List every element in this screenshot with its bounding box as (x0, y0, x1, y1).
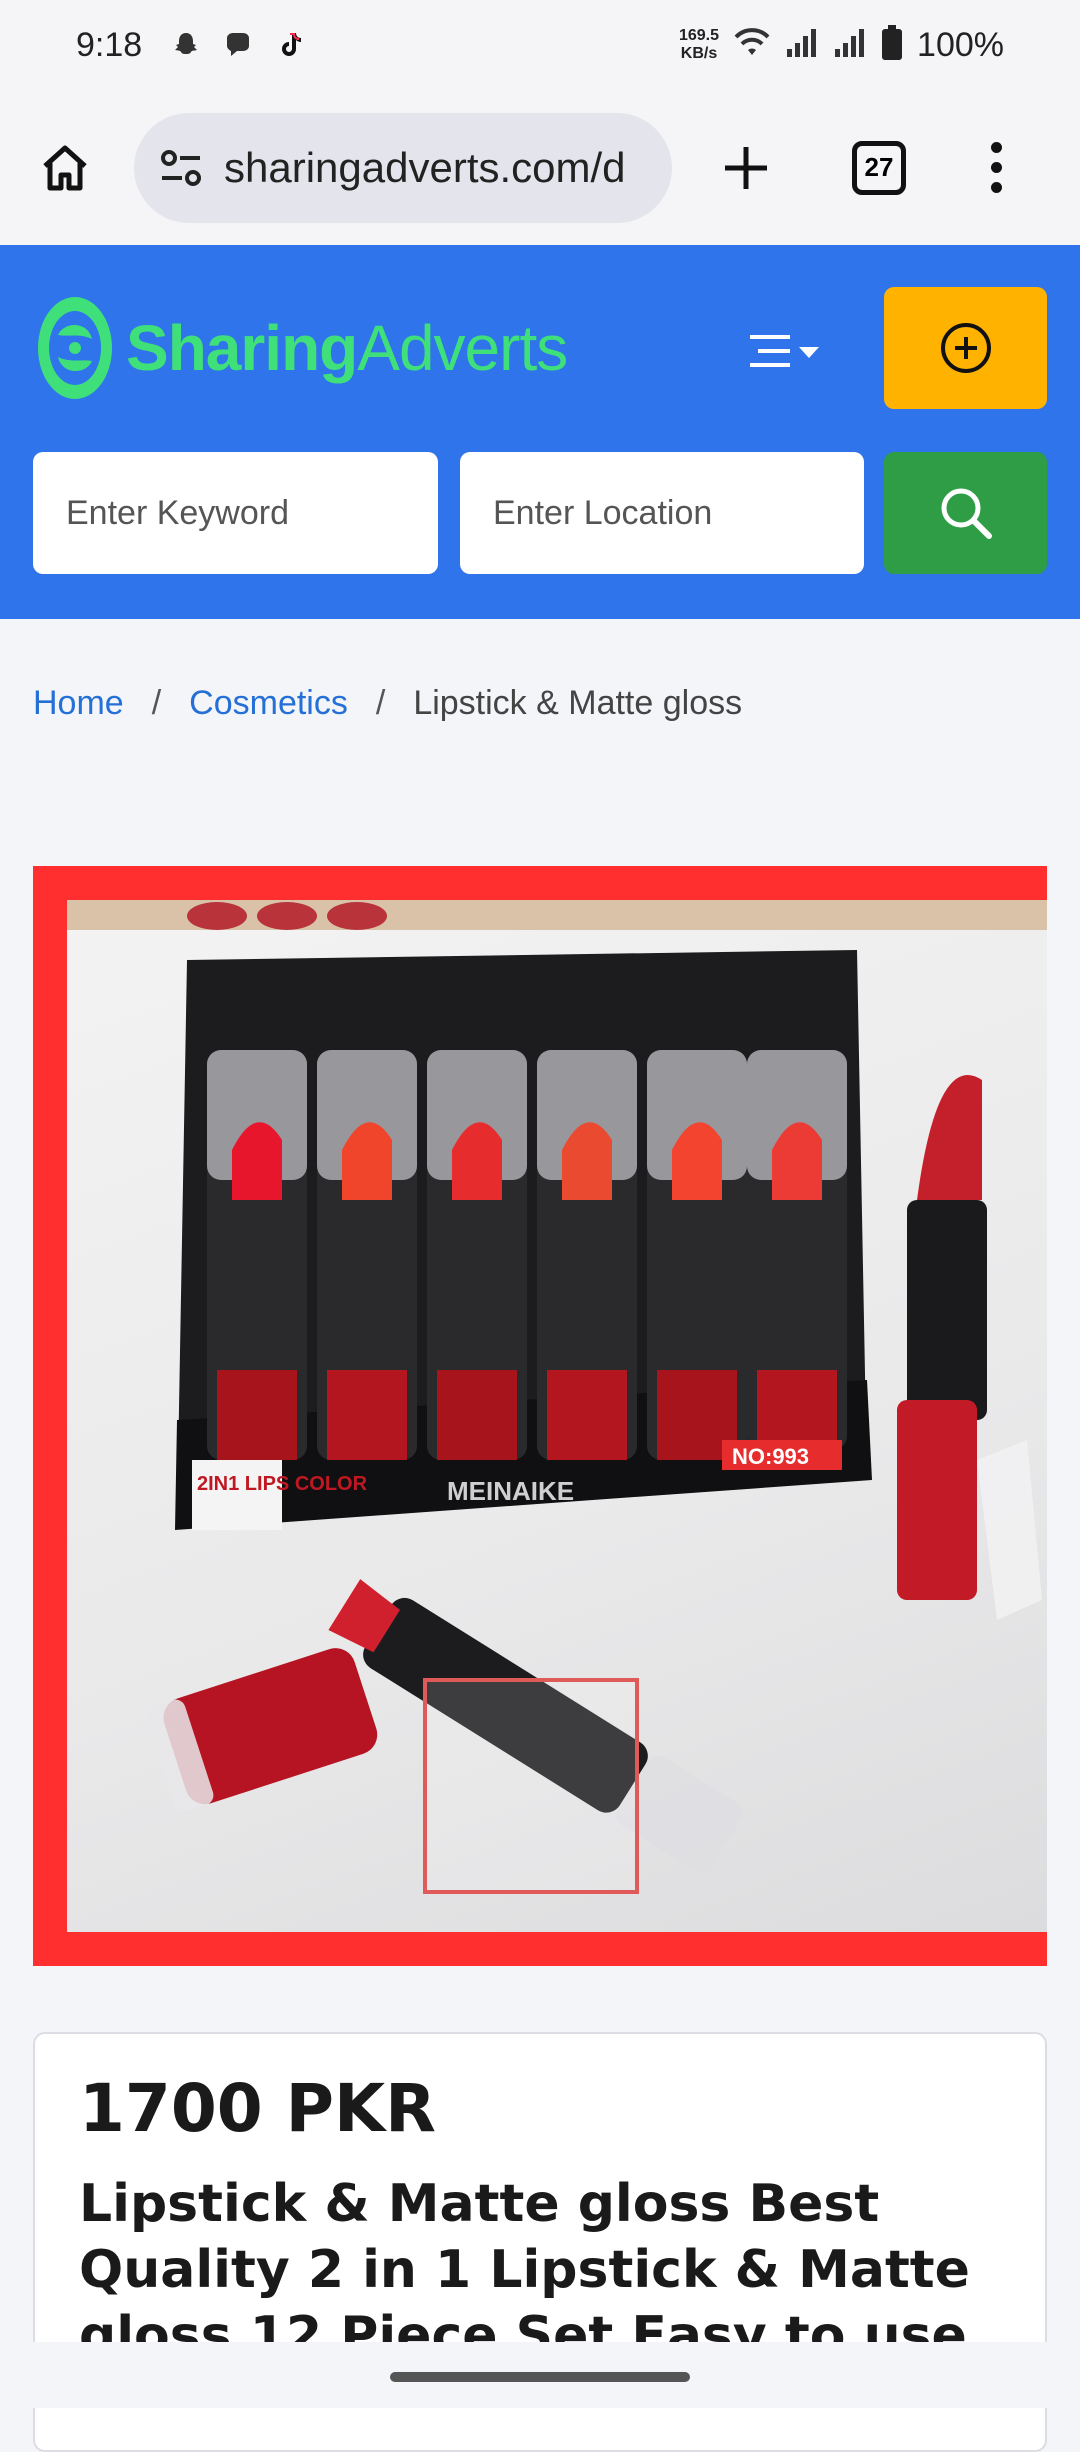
menu-lines-icon (750, 335, 790, 367)
nav-menu-toggle[interactable] (744, 321, 844, 381)
breadcrumb-current: Lipstick & Matte gloss (413, 684, 743, 722)
tab-count: 27 (864, 152, 894, 182)
keyword-input[interactable] (66, 493, 438, 533)
breadcrumb-separator: / (151, 684, 162, 722)
site-logo[interactable]: SharingAdverts (36, 295, 568, 401)
gesture-handle[interactable] (390, 2372, 690, 2382)
url-text: sharingadverts.com/d (224, 143, 626, 191)
keyword-field[interactable] (33, 452, 438, 574)
search-icon (941, 488, 992, 539)
system-status: 169.5 KB/s 100% (678, 24, 1004, 66)
battery-icon (881, 24, 903, 66)
svg-text:2IN1 LIPS COLOR: 2IN1 LIPS COLOR (197, 1473, 368, 1495)
product-title: Lipstick & Matte gloss Best Quality 2 in… (79, 2174, 970, 2366)
network-speed: 169.5 KB/s (678, 27, 720, 62)
address-bar[interactable]: sharingadverts.com/d (134, 112, 672, 223)
navigation-bar (0, 2342, 1080, 2408)
site-settings-icon[interactable] (158, 145, 204, 191)
product-image[interactable]: MEINAIKE NO:993 2IN1 LIPS COLOR (33, 866, 1047, 1966)
image-zoom-lens[interactable] (423, 1678, 639, 1894)
more-options-button[interactable] (986, 142, 1006, 193)
more-options-icon (990, 142, 1002, 153)
wifi-icon (733, 27, 771, 64)
logo-text: SharingAdverts (126, 312, 568, 384)
search-button[interactable] (884, 452, 1047, 574)
svg-text:NO:993: NO:993 (732, 1444, 809, 1469)
breadcrumb-separator: / (375, 684, 386, 722)
site-header: SharingAdverts (0, 245, 1080, 619)
snapchat-icon (170, 29, 202, 61)
chat-icon (222, 29, 254, 61)
breadcrumb-category[interactable]: Cosmetics (189, 684, 348, 723)
notification-icons (170, 29, 306, 61)
plus-circle-icon (940, 323, 991, 373)
caret-down-icon (799, 347, 819, 358)
product-price: 1700 PKR (79, 2070, 437, 2147)
signal-icon (785, 27, 819, 64)
browser-toolbar: sharingadverts.com/d 27 (0, 90, 1080, 245)
home-button[interactable] (32, 135, 98, 201)
new-tab-icon (725, 146, 767, 189)
home-icon (43, 145, 87, 190)
breadcrumb: Home / Cosmetics / Lipstick & Matte glos… (33, 684, 742, 723)
location-input[interactable] (493, 493, 864, 533)
tiktok-icon (274, 29, 306, 61)
location-field[interactable] (460, 452, 864, 574)
battery-percent: 100% (917, 25, 1004, 64)
post-ad-button[interactable] (884, 287, 1047, 409)
new-tab-button[interactable] (716, 138, 776, 198)
tabs-button[interactable]: 27 (852, 140, 906, 195)
logo-mark-icon (38, 297, 112, 399)
breadcrumb-home[interactable]: Home (33, 684, 124, 723)
status-time: 9:18 (76, 25, 143, 64)
status-bar: 9:18 169.5 KB/s 100% (0, 0, 1080, 90)
signal-icon (833, 27, 867, 64)
svg-text:MEINAIKE: MEINAIKE (447, 1476, 574, 1506)
